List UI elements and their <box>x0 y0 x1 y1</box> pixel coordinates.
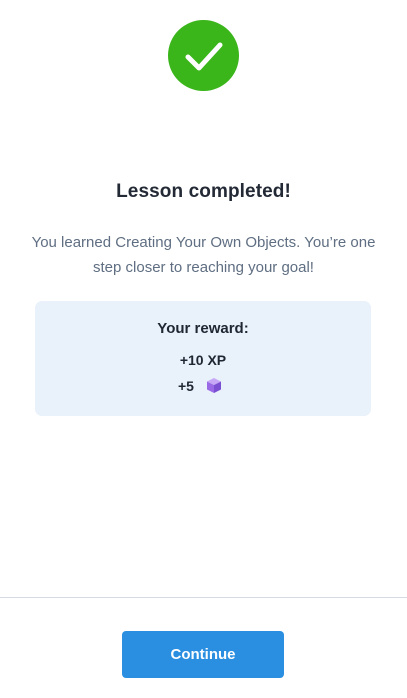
purple-gem-icon <box>206 377 222 394</box>
completion-message: You learned Creating Your Own Objects. Y… <box>31 234 376 276</box>
footer-divider <box>0 597 407 598</box>
reward-gems: +5 <box>178 377 222 394</box>
page-title: Lesson completed! <box>116 181 291 202</box>
reward-title: Your reward: <box>157 320 249 337</box>
continue-button[interactable]: Continue <box>122 631 284 678</box>
reward-gems-amount: +5 <box>178 377 194 394</box>
reward-xp: +10 XP <box>179 352 227 368</box>
reward-card: Your reward: +10 XP +5 <box>35 301 371 416</box>
lesson-complete-screen: Lesson completed! You learned Creating Y… <box>0 0 407 698</box>
checkmark-icon <box>168 20 239 91</box>
